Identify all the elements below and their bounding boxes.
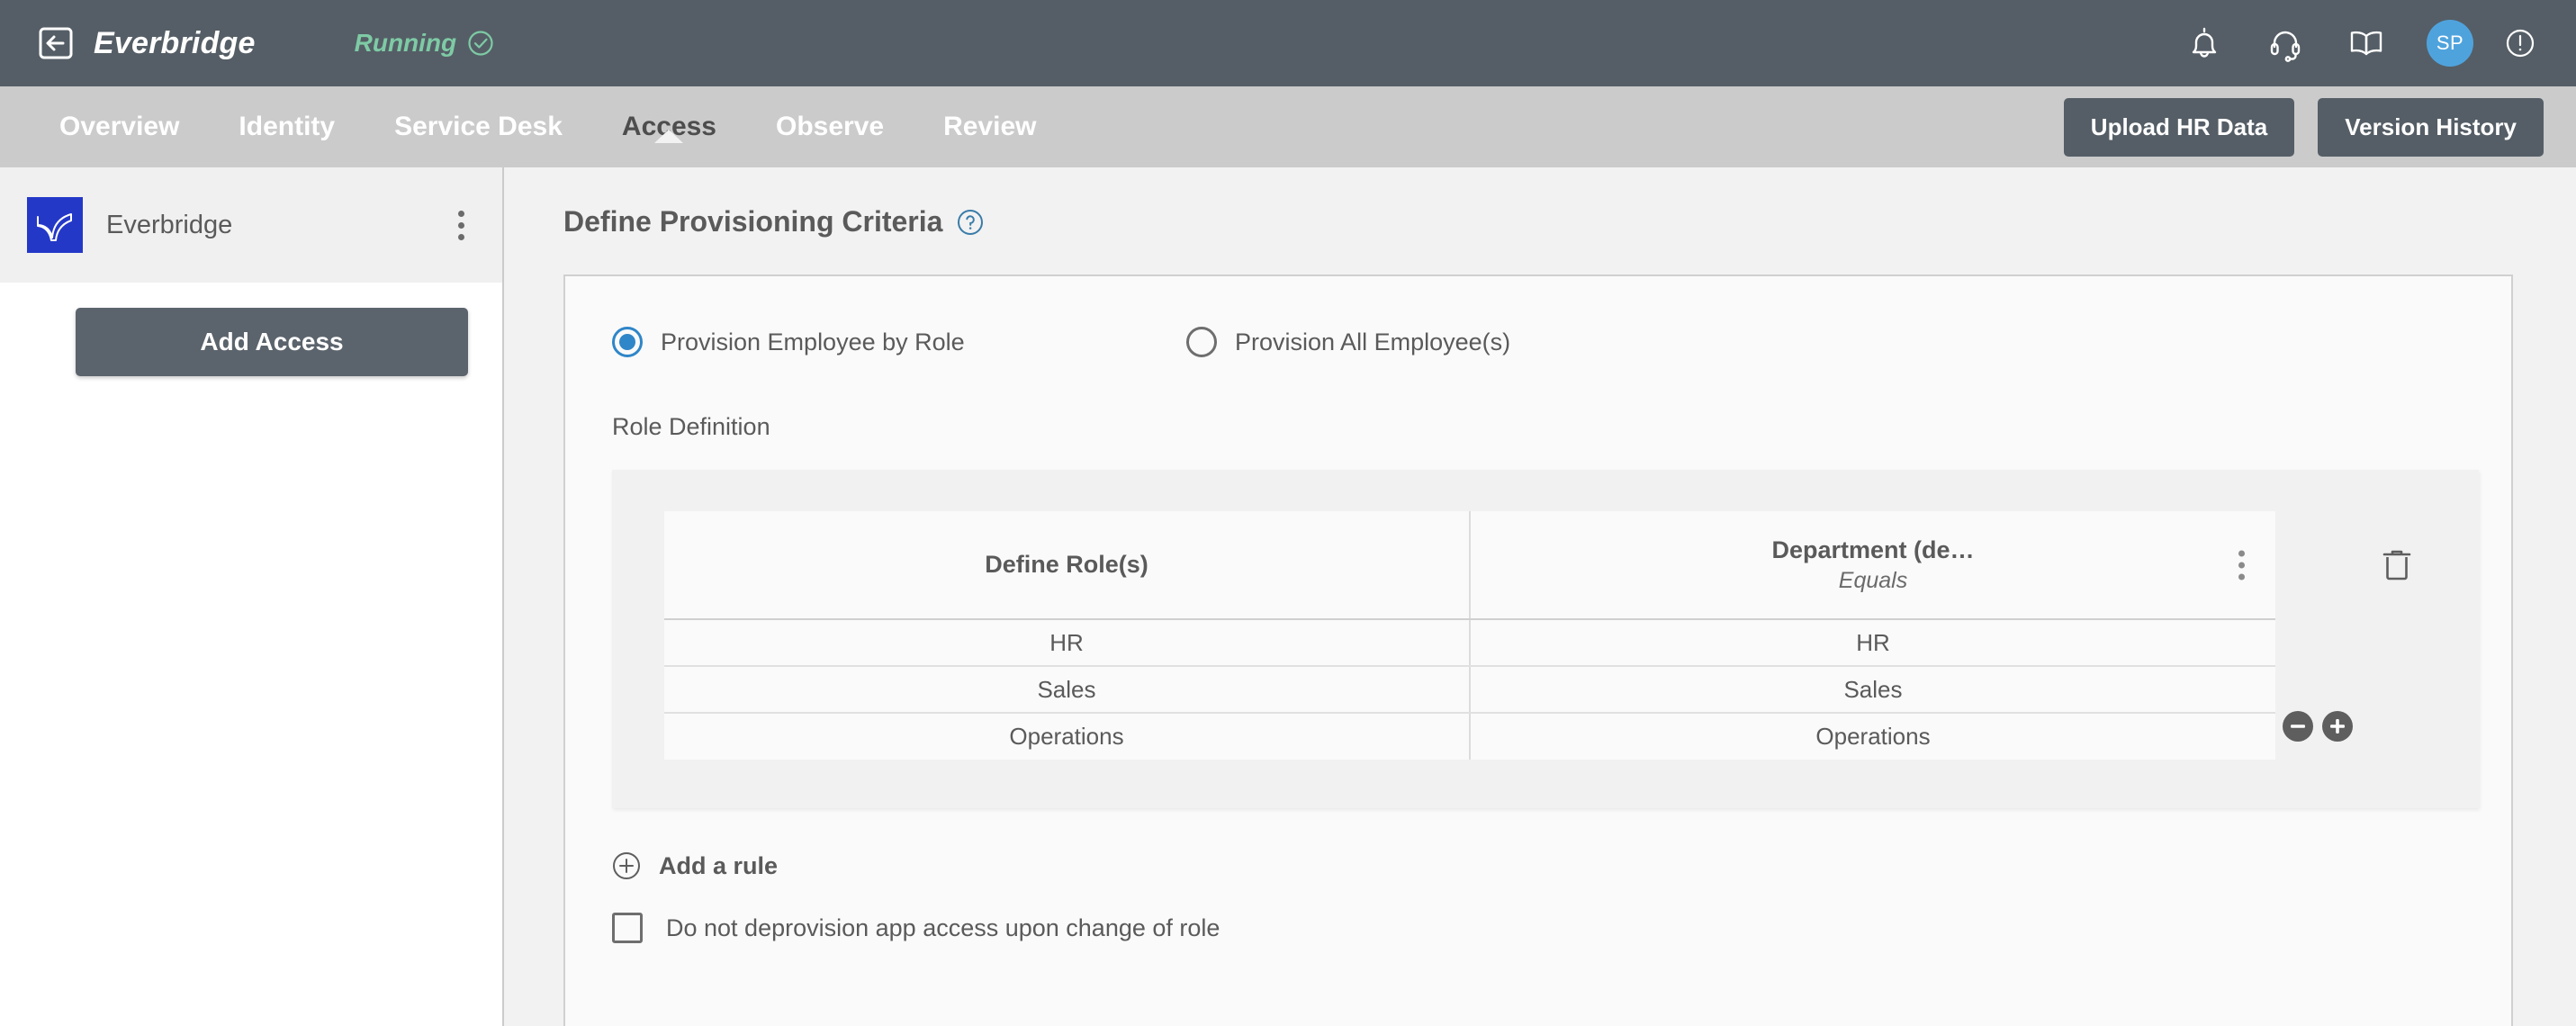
provision-mode-radio-group: Provision Employee by Role Provision All… xyxy=(565,327,2511,357)
notifications-bell-icon[interactable] xyxy=(2184,22,2225,64)
avatar[interactable]: SP xyxy=(2427,20,2473,67)
radio-unselected-icon xyxy=(1186,327,1217,357)
sidebar-app-name: Everbridge xyxy=(106,210,233,239)
app-sidebar: Everbridge Add Access xyxy=(0,167,504,1026)
deprovision-checkbox[interactable] xyxy=(612,913,643,943)
sidebar-item-everbridge[interactable]: Everbridge xyxy=(0,167,502,283)
table-row[interactable]: Sales Sales xyxy=(664,666,2275,714)
cell-role[interactable]: Operations xyxy=(664,713,1470,760)
main-content: Define Provisioning Criteria Provision E… xyxy=(504,167,2576,1026)
role-definition-label: Role Definition xyxy=(612,413,770,440)
add-access-button[interactable]: Add Access xyxy=(76,308,468,376)
radio-label: Provision Employee by Role xyxy=(661,328,965,356)
column-title: Define Role(s) xyxy=(985,551,1148,578)
table-row[interactable]: Operations Operations xyxy=(664,713,2275,760)
nav-tab-overview[interactable]: Overview xyxy=(54,112,209,142)
nav-tab-label: Overview xyxy=(59,112,180,141)
page-title-row: Define Provisioning Criteria xyxy=(563,205,2513,238)
column-title: Department (de… xyxy=(1771,536,1975,563)
nav-tab-label: Observe xyxy=(776,112,885,141)
rule-side-actions xyxy=(2275,511,2457,745)
provisioning-criteria-card: Provision Employee by Role Provision All… xyxy=(563,274,2513,1026)
nav-tab-label: Identity xyxy=(239,112,336,141)
documentation-book-icon[interactable] xyxy=(2346,22,2387,64)
cell-role[interactable]: HR xyxy=(664,619,1470,667)
nav-action-buttons: Upload HR Data Version History xyxy=(2063,97,2544,157)
cell-department[interactable]: Operations xyxy=(1469,713,2275,760)
nav-items: Overview Identity Service Desk Access Ob… xyxy=(54,112,1066,143)
upload-hr-data-button[interactable]: Upload HR Data xyxy=(2063,97,2295,157)
add-access-wrap: Add Access xyxy=(0,283,502,376)
table-row[interactable]: HR HR xyxy=(664,619,2275,667)
page-title: Define Provisioning Criteria xyxy=(563,205,943,238)
radio-selected-icon xyxy=(612,327,643,357)
check-circle-icon xyxy=(467,30,494,57)
column-header-define-roles[interactable]: Define Role(s) xyxy=(664,511,1470,620)
kebab-menu-icon[interactable] xyxy=(453,205,470,246)
nav-tab-observe[interactable]: Observe xyxy=(746,112,914,142)
cell-department[interactable]: HR xyxy=(1469,619,2275,667)
brand-name: Everbridge xyxy=(94,25,256,60)
plus-circle-icon[interactable] xyxy=(2322,711,2353,742)
radio-provision-all-employees[interactable]: Provision All Employee(s) xyxy=(1186,327,1510,357)
row-stepper-group xyxy=(2283,711,2353,742)
table-header-row: Define Role(s) Department (de… Equals xyxy=(664,511,2275,620)
nav-tab-access[interactable]: Access xyxy=(592,112,746,143)
cell-role[interactable]: Sales xyxy=(664,666,1470,714)
column-operator: Equals xyxy=(1838,567,1908,593)
help-question-circle-icon[interactable] xyxy=(957,209,984,236)
add-rule-button[interactable]: Add a rule xyxy=(612,851,2464,880)
brand-group[interactable]: Everbridge xyxy=(38,25,256,61)
top-bar: Everbridge Running SP xyxy=(0,0,2576,86)
nav-tab-label: Review xyxy=(943,112,1037,141)
body-area: Everbridge Add Access Define Provisionin… xyxy=(0,167,2576,1026)
rule-panel: Define Role(s) Department (de… Equals HR… xyxy=(612,470,2479,808)
main-nav-bar: Overview Identity Service Desk Access Ob… xyxy=(0,86,2576,167)
active-tab-pointer-icon xyxy=(654,130,684,143)
nav-tab-service-desk[interactable]: Service Desk xyxy=(365,112,592,142)
radio-provision-by-role[interactable]: Provision Employee by Role xyxy=(612,327,1186,357)
alert-exclamation-icon[interactable] xyxy=(2502,25,2538,61)
everbridge-swoosh-logo xyxy=(27,197,83,253)
add-rule-label: Add a rule xyxy=(659,851,779,879)
plus-circle-outline-icon xyxy=(612,851,641,880)
deprovision-checkbox-row[interactable]: Do not deprovision app access upon chang… xyxy=(612,913,2464,943)
role-definition-table: Define Role(s) Department (de… Equals HR… xyxy=(664,511,2275,760)
nav-tab-review[interactable]: Review xyxy=(914,112,1066,142)
bottom-controls: Add a rule Do not deprovision app access… xyxy=(565,808,2511,943)
nav-tab-identity[interactable]: Identity xyxy=(209,112,365,142)
column-header-department[interactable]: Department (de… Equals xyxy=(1469,511,2275,620)
column-kebab-menu-icon[interactable] xyxy=(2238,550,2245,580)
topbar-icon-group: SP xyxy=(2184,20,2538,67)
nav-tab-label: Service Desk xyxy=(394,112,563,141)
exit-left-box-icon[interactable] xyxy=(38,25,74,61)
minus-circle-icon[interactable] xyxy=(2283,711,2313,742)
version-history-button[interactable]: Version History xyxy=(2318,97,2544,157)
rule-inner: Define Role(s) Department (de… Equals HR… xyxy=(612,511,2479,760)
status-badge: Running xyxy=(355,29,495,58)
support-headset-icon[interactable] xyxy=(2265,22,2306,64)
status-text: Running xyxy=(354,29,457,57)
trash-delete-icon[interactable] xyxy=(2382,547,2412,581)
cell-department[interactable]: Sales xyxy=(1469,666,2275,714)
radio-label: Provision All Employee(s) xyxy=(1235,328,1511,356)
deprovision-checkbox-label: Do not deprovision app access upon chang… xyxy=(666,914,1220,941)
